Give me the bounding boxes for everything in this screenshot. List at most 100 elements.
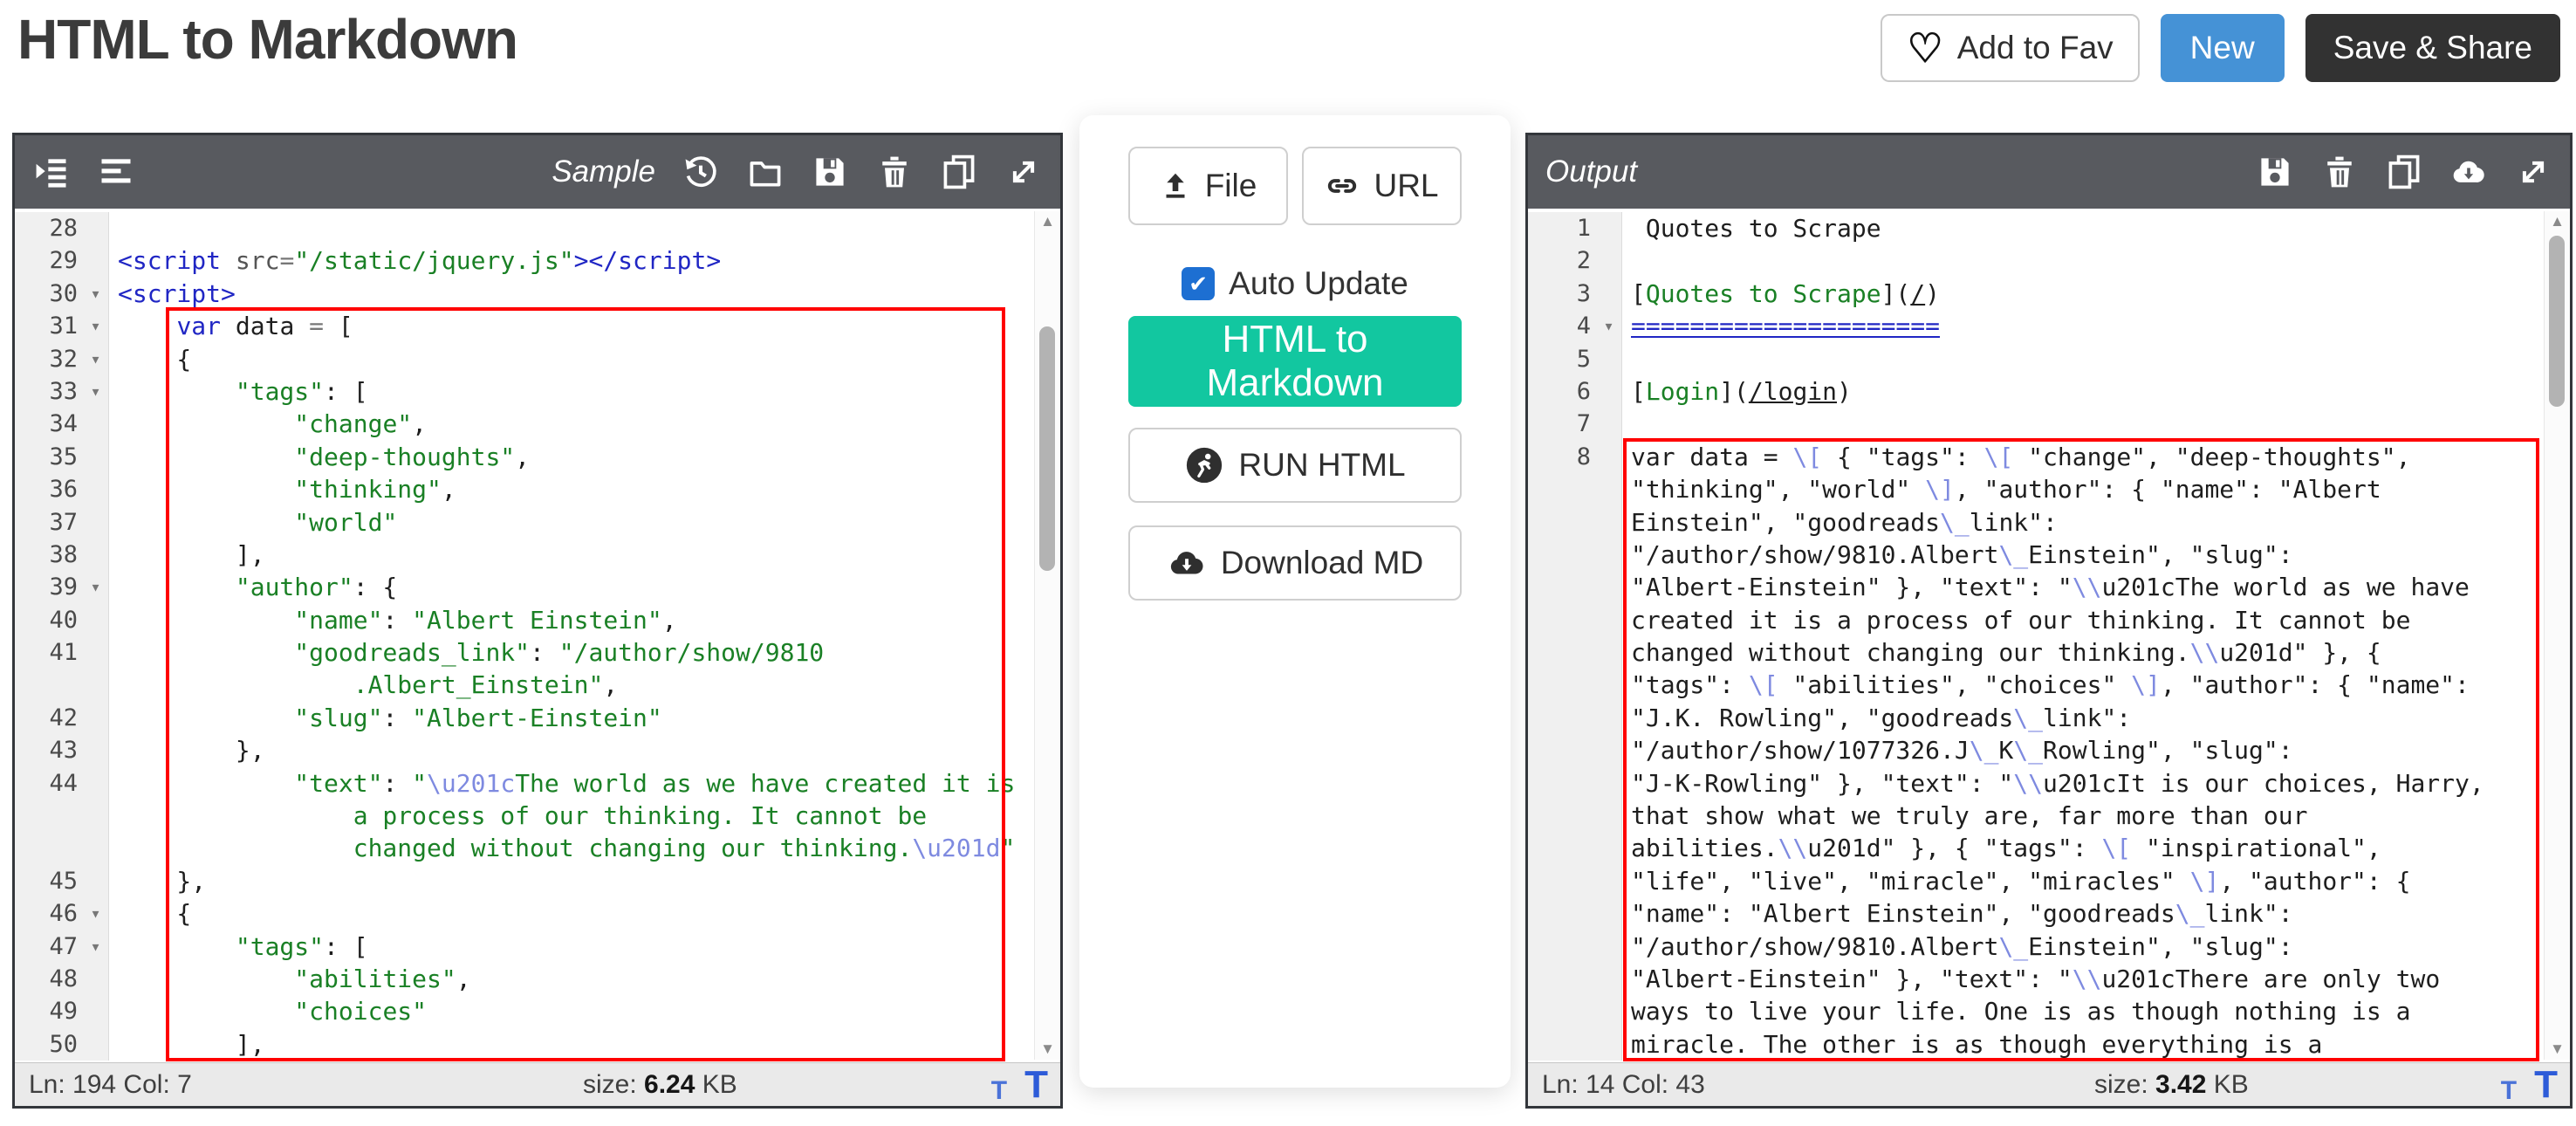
code-row: 30▾<script>: [15, 278, 1060, 310]
html-editor-statusbar: Ln: 194 Col: 7 size: 6.24 KB T T: [15, 1062, 1060, 1106]
code-row: "name": "Albert Einstein", "goodreads\_l…: [1528, 897, 2570, 930]
code-row: created it is a process of our thinking.…: [1528, 604, 2570, 636]
scrollbar-thumb[interactable]: [1039, 326, 1055, 571]
code-row: 8var data = \[ { "tags": \[ "change", "d…: [1528, 441, 2570, 473]
copy-icon[interactable]: [2385, 153, 2423, 191]
scroll-up-icon[interactable]: ▲: [1035, 213, 1060, 230]
html-editor-panel: Sample: [12, 133, 1063, 1109]
save-icon[interactable]: [811, 153, 849, 191]
html-editor-scrollbar[interactable]: ▲ ▼: [1034, 211, 1060, 1060]
code-row: 36 "thinking",: [15, 473, 1060, 505]
download-md-button[interactable]: Download MD: [1128, 525, 1462, 601]
code-row: "J-K-Rowling" }, "text": "\\u201cIt is o…: [1528, 767, 2570, 800]
code-row: ways to live your life. One is as though…: [1528, 995, 2570, 1027]
code-row: "tags": \[ "abilities", "choices" \], "a…: [1528, 669, 2570, 701]
code-row: 43 },: [15, 734, 1060, 766]
add-to-fav-label: Add to Fav: [1957, 30, 2114, 66]
fullscreen-icon[interactable]: [1004, 153, 1043, 191]
fullscreen-icon[interactable]: [2514, 153, 2552, 191]
code-row: 7: [1528, 408, 2570, 440]
code-row: 39▾ "author": {: [15, 571, 1060, 603]
code-row: "/author/show/9810.Albert\_Einstein", "s…: [1528, 539, 2570, 571]
code-row: 32▾ {: [15, 343, 1060, 375]
auto-update-checkbox[interactable]: ✔: [1182, 267, 1215, 300]
code-row: "J.K. Rowling", "goodreads\_link":: [1528, 702, 2570, 734]
file-size: size: 3.42 KB: [1842, 1070, 2501, 1100]
code-row: 3[Quotes to Scrape](/): [1528, 278, 2570, 310]
scroll-down-icon[interactable]: ▼: [1035, 1040, 1060, 1058]
code-row: 35 "deep-thoughts",: [15, 441, 1060, 473]
output-statusbar: Ln: 14 Col: 43 size: 3.42 KB T T: [1528, 1062, 2570, 1106]
clear-icon[interactable]: [2320, 153, 2359, 191]
code-row: 38 ],: [15, 539, 1060, 571]
code-row: 50 ],: [15, 1028, 1060, 1061]
output-toolbar: Output: [1528, 135, 2570, 209]
code-row: 46▾ {: [15, 897, 1060, 930]
cloud-download-icon: [1167, 543, 1207, 583]
code-row: 34 "change",: [15, 408, 1060, 440]
code-row: .Albert_Einstein",: [15, 669, 1060, 701]
font-increase-button[interactable]: T: [1024, 1066, 1048, 1104]
add-to-fav-button[interactable]: ♡ Add to Fav: [1881, 14, 2139, 82]
word-wrap-icon[interactable]: [97, 153, 135, 191]
code-row: 44 "text": "\u201cThe world as we have c…: [15, 767, 1060, 800]
converter-card: File URL ✔ Auto Update HTML to Markdown …: [1079, 115, 1511, 1088]
code-row: 41 "goodreads_link": "/author/show/9810: [15, 636, 1060, 669]
output-scrollbar[interactable]: ▲ ▼: [2544, 211, 2570, 1060]
code-row: 28: [15, 212, 1060, 244]
code-row: "thinking", "world" \], "author": { "nam…: [1528, 473, 2570, 505]
auto-format-icon[interactable]: [32, 153, 71, 191]
save-share-button[interactable]: Save & Share: [2305, 14, 2560, 82]
clear-icon[interactable]: [875, 153, 914, 191]
save-icon[interactable]: [2256, 153, 2294, 191]
history-icon[interactable]: [682, 153, 720, 191]
run-icon: [1184, 445, 1224, 485]
url-input-button[interactable]: URL: [1302, 147, 1462, 225]
font-increase-button[interactable]: T: [2534, 1066, 2558, 1104]
file-upload-label: File: [1205, 168, 1257, 204]
html-editor[interactable]: 2829<script src="/static/jquery.js"></sc…: [15, 209, 1060, 1062]
code-row: 40 "name": "Albert Einstein",: [15, 604, 1060, 636]
copy-icon[interactable]: [940, 153, 978, 191]
markdown-output[interactable]: 1 Quotes to Scrape23[Quotes to Scrape](/…: [1528, 209, 2570, 1062]
font-decrease-button[interactable]: T: [991, 1078, 1007, 1104]
code-row: 33▾ "tags": [: [15, 375, 1060, 408]
code-row: Einstein", "goodreads\_link":: [1528, 506, 2570, 539]
code-row: "/author/show/9810.Albert\_Einstein", "s…: [1528, 930, 2570, 963]
auto-update-label: Auto Update: [1229, 265, 1408, 302]
cloud-download-icon[interactable]: [2449, 153, 2488, 191]
code-row: 2: [1528, 244, 2570, 277]
scrollbar-thumb[interactable]: [2549, 236, 2565, 407]
new-button[interactable]: New: [2161, 14, 2285, 82]
run-html-label: RUN HTML: [1238, 447, 1405, 484]
convert-button[interactable]: HTML to Markdown: [1128, 316, 1462, 407]
code-row: 37 "world": [15, 506, 1060, 539]
scroll-down-icon[interactable]: ▼: [2545, 1040, 2570, 1058]
code-row: a process of our thinking. It cannot be: [15, 800, 1060, 832]
header-actions: ♡ Add to Fav New Save & Share: [1881, 14, 2560, 82]
code-row: miracle. The other is as though everythi…: [1528, 1028, 2570, 1061]
scroll-up-icon[interactable]: ▲: [2545, 213, 2570, 230]
url-input-label: URL: [1374, 168, 1438, 204]
code-row: "Albert-Einstein" }, "text": "\\u201cThe…: [1528, 571, 2570, 603]
file-upload-button[interactable]: File: [1128, 147, 1288, 225]
code-row: 48 "abilities",: [15, 963, 1060, 995]
output-panel: Output 1 Quotes to Scrape23[Quot: [1525, 133, 2573, 1109]
code-row: "life", "live", "miracle", "miracles" \]…: [1528, 865, 2570, 897]
run-html-button[interactable]: RUN HTML: [1128, 428, 1462, 503]
code-row: changed without changing our thinking.\\…: [1528, 636, 2570, 669]
code-row: abilities.\\u201d" }, { "tags": \[ "insp…: [1528, 832, 2570, 864]
code-row: changed without changing our thinking.\u…: [15, 832, 1060, 864]
html-editor-toolbar: Sample: [15, 135, 1060, 209]
code-row: 29<script src="/static/jquery.js"></scri…: [15, 244, 1060, 277]
file-size: size: 6.24 KB: [329, 1070, 991, 1100]
code-row: 47▾ "tags": [: [15, 930, 1060, 963]
font-decrease-button[interactable]: T: [2501, 1078, 2517, 1104]
heart-icon: ♡: [1907, 28, 1942, 68]
code-row: 4▾=====================: [1528, 310, 2570, 342]
editor-mode-label: Sample: [552, 154, 655, 189]
upload-icon: [1160, 170, 1191, 202]
open-file-icon[interactable]: [746, 153, 784, 191]
code-row: 1 Quotes to Scrape: [1528, 212, 2570, 244]
code-row: 49 "choices": [15, 995, 1060, 1027]
